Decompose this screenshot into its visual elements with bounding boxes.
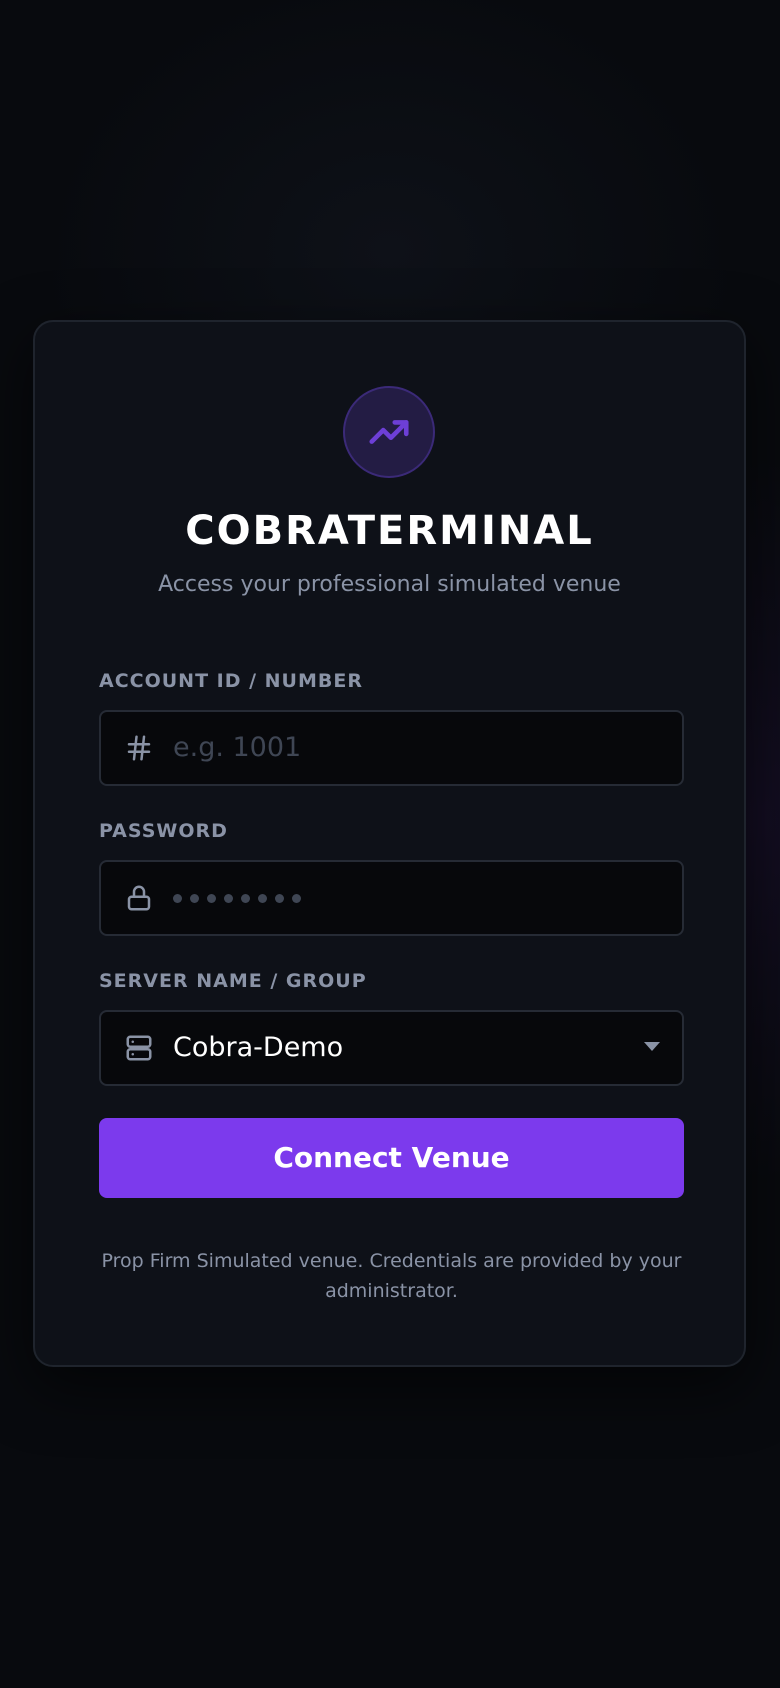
server-label: SERVER NAME / GROUP bbox=[99, 970, 367, 992]
login-card: COBRATERMINAL Access your professional s… bbox=[33, 320, 746, 1367]
connect-venue-button[interactable]: Connect Venue bbox=[99, 1118, 684, 1198]
trending-up-icon bbox=[369, 420, 409, 444]
server-icon bbox=[123, 1032, 155, 1064]
server-selected-value: Cobra-Demo bbox=[173, 1032, 344, 1063]
server-select[interactable]: Cobra-Demo bbox=[99, 1010, 684, 1086]
password-placeholder bbox=[173, 894, 301, 903]
hash-icon bbox=[123, 732, 155, 764]
account-id-field[interactable]: e.g. 1001 bbox=[99, 710, 684, 786]
app-subtitle: Access your professional simulated venue bbox=[158, 572, 621, 597]
lock-icon bbox=[123, 882, 155, 914]
password-field[interactable] bbox=[99, 860, 684, 936]
app-title: COBRATERMINAL bbox=[185, 508, 594, 554]
account-id-placeholder: e.g. 1001 bbox=[173, 732, 302, 763]
chevron-down-icon bbox=[644, 1042, 660, 1051]
password-label: PASSWORD bbox=[99, 820, 228, 842]
app-logo bbox=[343, 386, 435, 478]
footer-note: Prop Firm Simulated venue. Credentials a… bbox=[101, 1250, 682, 1302]
account-label: ACCOUNT ID / NUMBER bbox=[99, 670, 363, 692]
